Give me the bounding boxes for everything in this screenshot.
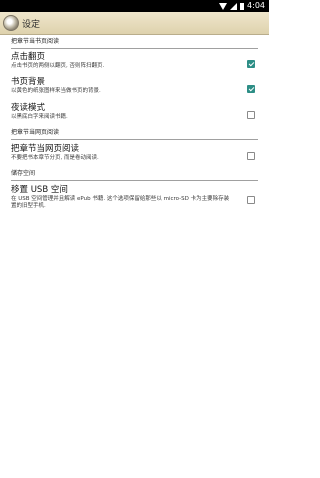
status-time: 4:04 [247,1,265,10]
tap-to-turn-checkbox[interactable] [247,60,255,68]
setting-title: 夜读模式 [11,103,46,113]
signal-icon [230,2,238,10]
page-background-checkbox[interactable] [247,85,255,93]
setting-item-scroll-reading[interactable]: 把章节当网页阅读 不要把书本章节分页, 而是卷动阅读. [11,144,258,166]
status-bar: 4:04 [0,0,269,12]
usb-storage-checkbox[interactable] [247,196,255,204]
app-logo-icon[interactable] [3,15,19,31]
status-icons: 4:04 [219,0,265,12]
page-title: 设定 [22,19,41,30]
setting-item-night-mode[interactable]: 夜读模式 以黑底白字来阅读书籍. [11,103,258,125]
night-mode-checkbox[interactable] [247,111,255,119]
battery-icon [240,2,245,10]
setting-summary: 以黑底白字来阅读书籍. [11,114,68,120]
setting-summary: 点击书页的两侧以翻页, 否则阵扫翻页. [11,63,105,69]
category-header: 把章节当网页阅读 [11,126,258,140]
setting-title: 把章节当网页阅读 [11,144,80,154]
app-bar: 设定 [0,12,269,35]
setting-title: 点击翻页 [11,52,46,62]
setting-item-tap-to-turn[interactable]: 点击翻页 点击书页的两侧以翻页, 否则阵扫翻页. [11,52,258,74]
setting-item-usb-storage[interactable]: 移置 USB 空间 在 USB 空间管理并且解读 ePub 书籍. 这个选项保留… [11,185,258,219]
scroll-reading-checkbox[interactable] [247,152,255,160]
wifi-icon [219,2,228,10]
setting-item-page-background[interactable]: 书页背景 以黄色的纸张图样来当做书页的背景. [11,77,258,99]
category-header: 把章节当书页阅读 [11,35,258,49]
setting-title: 移置 USB 空间 [11,185,68,195]
settings-list: 把章节当书页阅读 点击翻页 点击书页的两侧以翻页, 否则阵扫翻页. 书页背景 以… [0,35,269,219]
setting-summary: 在 USB 空间管理并且解读 ePub 书籍. 这个选项保留给那些以 micro… [11,196,230,209]
setting-summary: 不要把书本章节分页, 而是卷动阅读. [11,155,99,161]
category-header: 储存空间 [11,167,258,181]
setting-summary: 以黄色的纸张图样来当做书页的背景. [11,88,101,94]
setting-title: 书页背景 [11,77,46,87]
